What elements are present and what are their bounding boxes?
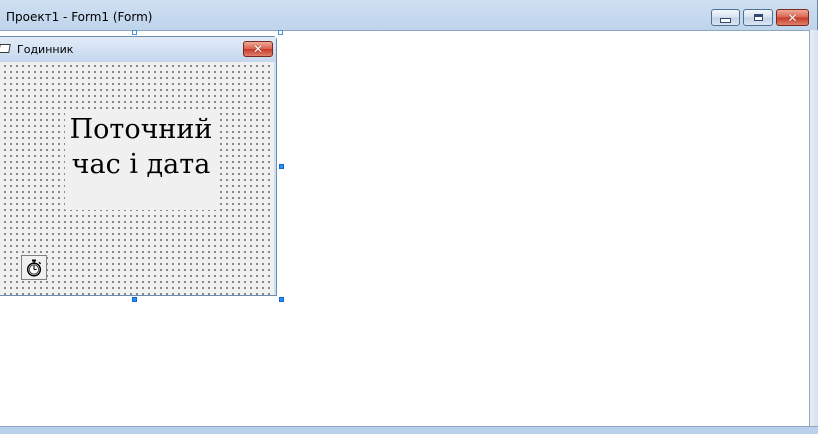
resize-handle-top[interactable] [132, 30, 137, 35]
close-icon: ✕ [252, 42, 264, 56]
form-icon [0, 44, 11, 53]
label-caption: Поточний час і дата [69, 114, 213, 180]
form-body-grid[interactable]: Поточний час і дата [0, 62, 274, 295]
window-bottom-border [0, 426, 818, 434]
vertical-scrollbar[interactable] [810, 30, 818, 426]
close-button[interactable]: ✕ [776, 9, 809, 26]
resize-handle-right[interactable] [279, 164, 284, 169]
maximize-button[interactable] [743, 9, 773, 26]
minimize-button[interactable] [711, 9, 740, 26]
stopwatch-icon [26, 259, 42, 277]
form-caption: Годинник [17, 43, 74, 56]
close-icon: ✕ [787, 10, 798, 25]
title-bar[interactable]: Проект1 - Form1 (Form) ✕ [0, 0, 818, 30]
window-title: Проект1 - Form1 (Form) [6, 10, 153, 24]
maximize-icon [753, 14, 763, 21]
resize-handle-bottom-right[interactable] [279, 297, 284, 302]
timer-control[interactable] [21, 255, 47, 280]
resize-handle-bottom[interactable] [132, 297, 137, 302]
form-title-bar[interactable]: Годинник ✕ [0, 37, 276, 62]
label-control[interactable]: Поточний час і дата [65, 110, 217, 210]
minimize-icon [720, 17, 731, 23]
resize-handle-top-right[interactable] [278, 30, 283, 35]
form-close-button[interactable]: ✕ [243, 41, 273, 57]
form1-designer[interactable]: Годинник ✕ Поточний час і дата [0, 36, 277, 296]
